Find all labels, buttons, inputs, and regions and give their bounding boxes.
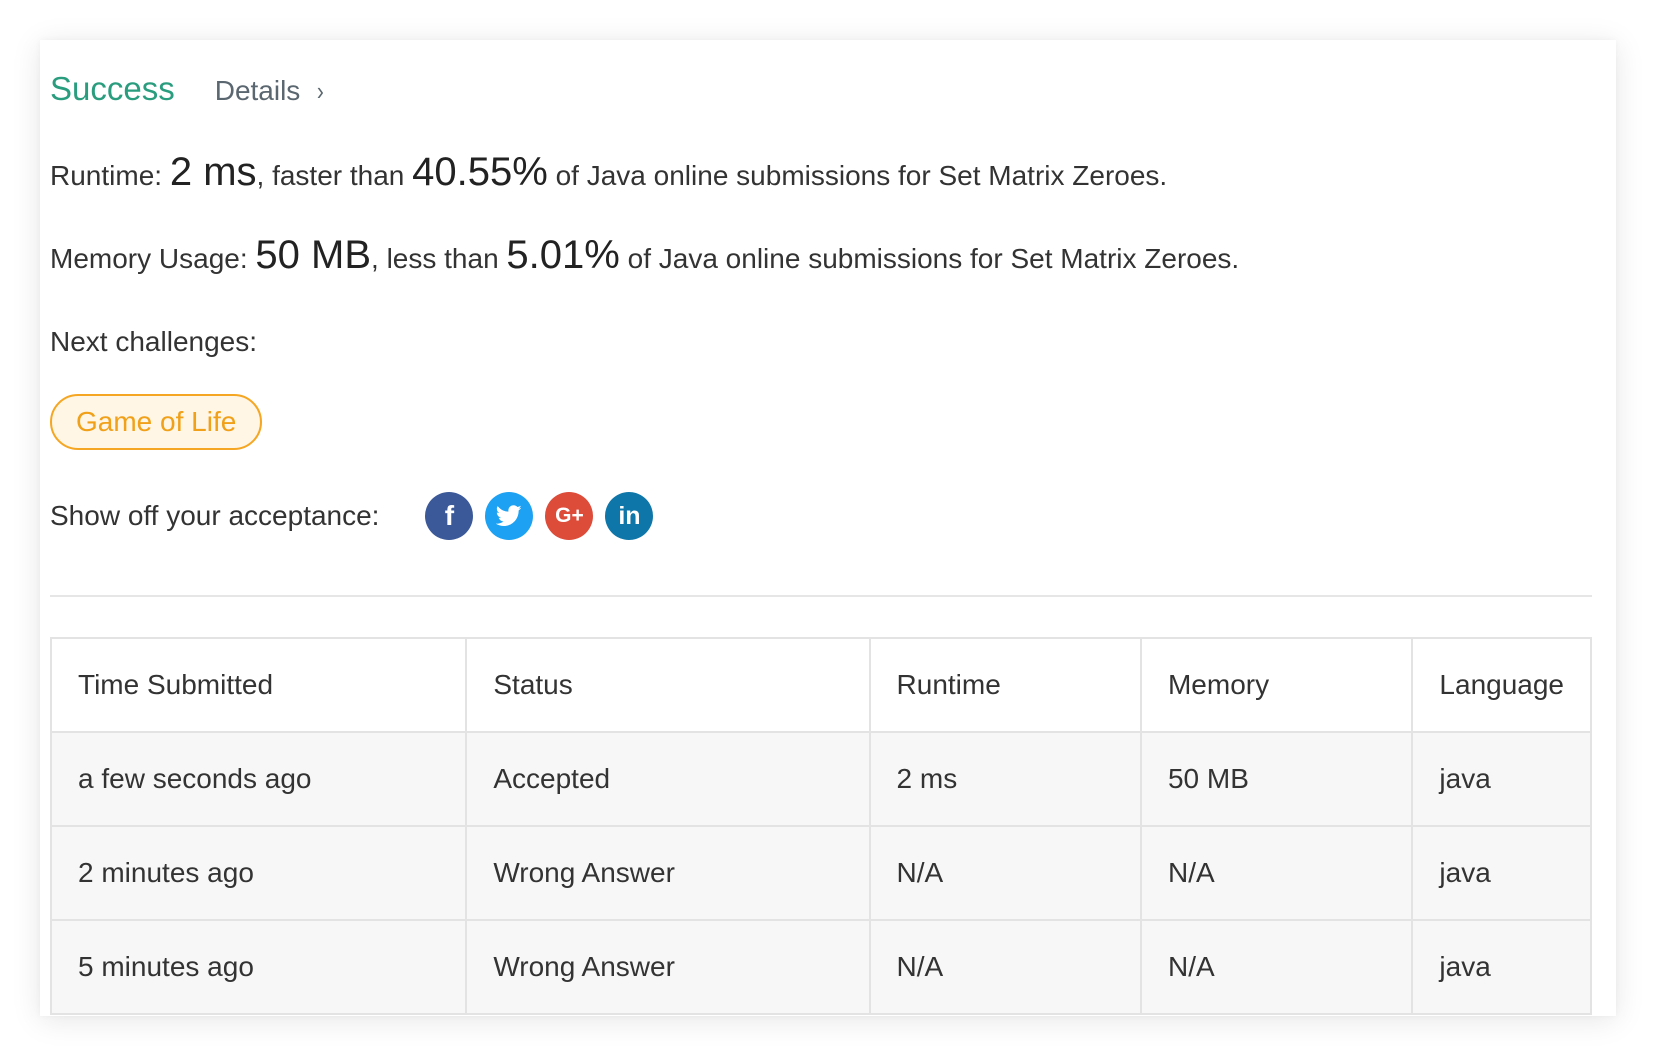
cell-status[interactable]: Wrong Answer	[465, 825, 871, 921]
column-header-memory: Memory	[1139, 637, 1414, 733]
challenge-game-of-life[interactable]: Game of Life	[50, 394, 263, 450]
runtime-middle: , faster than	[256, 160, 413, 191]
cell-language: java	[1411, 919, 1592, 1015]
cell-runtime: 2 ms	[868, 731, 1142, 827]
cell-time: a few seconds ago	[49, 731, 468, 827]
runtime-suffix: of Java online submissions for Set Matri…	[547, 160, 1168, 191]
memory-summary: Memory Usage: 50 MB, less than 5.01% of …	[50, 233, 1239, 278]
share-icons: f G+ in	[425, 492, 665, 540]
linkedin-icon[interactable]: in	[605, 492, 654, 540]
memory-middle: , less than	[371, 243, 507, 274]
facebook-icon[interactable]: f	[425, 492, 474, 540]
runtime-label: Runtime:	[50, 160, 170, 191]
table-row: a few seconds ago Accepted 2 ms 50 MB ja…	[49, 731, 1592, 827]
cell-runtime: N/A	[868, 825, 1142, 921]
memory-label: Memory Usage:	[50, 243, 256, 274]
memory-suffix: of Java online submissions for Set Matri…	[619, 243, 1240, 274]
cell-memory: 50 MB	[1139, 731, 1414, 827]
cell-language: java	[1411, 731, 1592, 827]
facebook-glyph: f	[444, 500, 455, 531]
memory-percent: 5.01%	[506, 233, 620, 277]
submission-result-card: Success Details › Runtime: 2 ms, faster …	[40, 40, 1616, 1016]
details-link[interactable]: Details ›	[215, 75, 325, 107]
cell-language: java	[1411, 825, 1592, 921]
share-row: Show off your acceptance: f G+ in	[50, 492, 665, 540]
table-row: 2 minutes ago Wrong Answer N/A N/A java	[49, 825, 1592, 921]
column-header-status: Status	[465, 637, 871, 733]
cell-status[interactable]: Wrong Answer	[465, 919, 871, 1015]
cell-runtime: N/A	[868, 919, 1142, 1015]
details-label: Details	[214, 75, 301, 106]
twitter-bird-icon	[496, 505, 523, 526]
cell-memory: N/A	[1139, 919, 1414, 1015]
share-label: Show off your acceptance:	[50, 500, 380, 531]
column-header-runtime: Runtime	[868, 637, 1142, 733]
table-header-row: Time Submitted Status Runtime Memory Lan…	[49, 637, 1592, 733]
success-status: Success	[50, 70, 175, 107]
cell-memory: N/A	[1139, 825, 1414, 921]
section-divider	[50, 595, 1592, 597]
result-header: Success Details ›	[50, 70, 325, 108]
column-header-language: Language	[1411, 637, 1592, 733]
cell-time: 2 minutes ago	[49, 825, 468, 921]
cell-time: 5 minutes ago	[49, 919, 468, 1015]
runtime-percent: 40.55%	[412, 150, 548, 194]
runtime-summary: Runtime: 2 ms, faster than 40.55% of Jav…	[50, 150, 1167, 195]
twitter-icon[interactable]	[485, 492, 534, 540]
chevron-right-icon: ›	[317, 75, 325, 106]
next-challenges-label: Next challenges:	[50, 326, 258, 357]
linkedin-glyph: in	[618, 501, 641, 530]
cell-status[interactable]: Accepted	[465, 731, 871, 827]
memory-value: 50 MB	[255, 233, 372, 277]
google-plus-glyph: G+	[555, 504, 584, 527]
column-header-time: Time Submitted	[49, 637, 468, 733]
runtime-value: 2 ms	[169, 150, 257, 194]
google-plus-icon[interactable]: G+	[545, 492, 594, 540]
submissions-table: Time Submitted Status Runtime Memory Lan…	[49, 637, 1592, 1015]
table-row: 5 minutes ago Wrong Answer N/A N/A java	[49, 919, 1592, 1015]
